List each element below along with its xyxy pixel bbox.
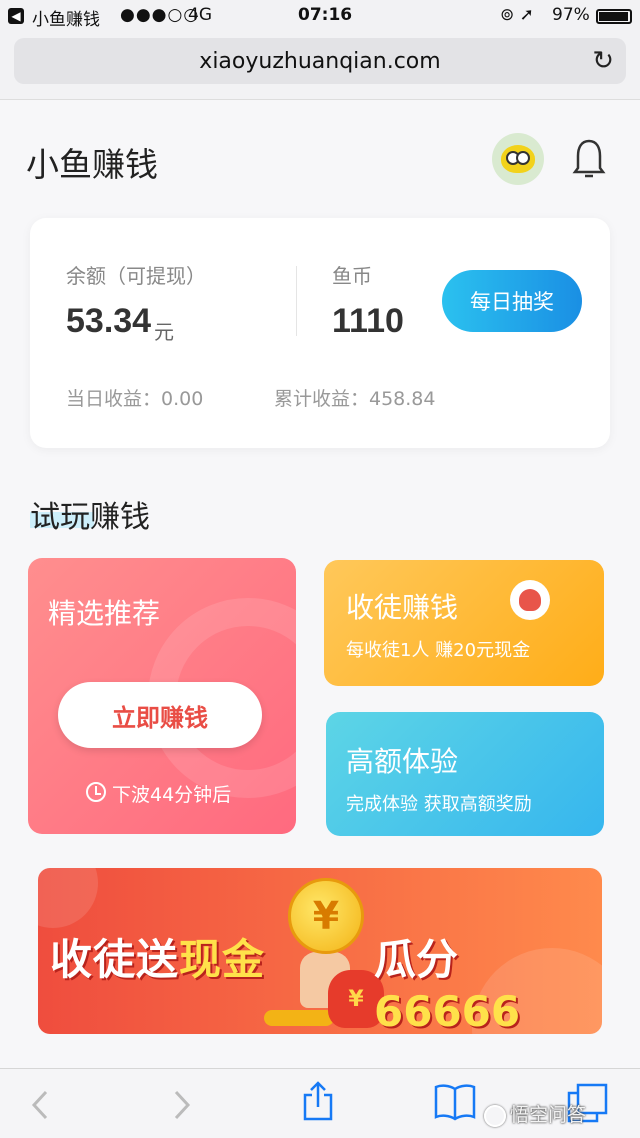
status-time: 07:16 (298, 5, 353, 25)
back-to-app-label[interactable]: 小鱼赚钱 (32, 5, 100, 30)
featured-tile[interactable]: 精选推荐 立即赚钱 下波44分钟后 (28, 558, 296, 834)
banner-right-gold: 66666 (374, 987, 521, 1034)
avatar[interactable] (492, 133, 544, 185)
coin-value: 1110 (332, 302, 404, 340)
chevron-right-icon[interactable] (170, 1089, 194, 1121)
battery-icon (596, 9, 632, 24)
reload-icon[interactable]: ↻ (592, 46, 614, 76)
watermark: 悟空问答 (484, 1100, 586, 1127)
card-divider (296, 266, 297, 336)
experience-subtitle: 完成体验 获取高额奖励 (346, 794, 532, 815)
chevron-left-icon[interactable] (28, 1089, 52, 1121)
earn-now-button[interactable]: 立即赚钱 (58, 682, 262, 748)
page-title: 小鱼赚钱 (26, 145, 158, 184)
book-icon[interactable] (434, 1083, 476, 1121)
watermark-logo-icon (484, 1104, 506, 1127)
address-bar[interactable]: xiaoyuzhuanqian.com ↻ (14, 38, 626, 84)
experience-tile[interactable]: 高额体验 完成体验 获取高额奖励 (326, 712, 604, 836)
coin-label: 鱼币 (332, 264, 372, 288)
balance-unit: 元 (154, 320, 174, 344)
url-text[interactable]: xiaoyuzhuanqian.com (14, 49, 626, 74)
banner-left-text: 收徒送现金 (50, 926, 265, 987)
invite-subtitle: 每收徒1人 赚20元现金 (346, 640, 531, 661)
back-to-app-icon[interactable]: ◀ (8, 8, 24, 24)
network-type: 4G (188, 5, 212, 25)
banner-left-gold: 现金 (179, 935, 266, 984)
clock-icon (86, 782, 106, 802)
fish-mascot-icon (510, 580, 550, 620)
invite-tile[interactable]: 收徒赚钱 每收徒1人 赚20元现金 (324, 560, 604, 686)
invite-title: 收徒赚钱 (346, 591, 459, 624)
watermark-text: 悟空问答 (510, 1104, 587, 1126)
section-title: 试玩赚钱 (30, 492, 150, 536)
invite-cash-banner[interactable]: 收徒送现金 ¥ ¥ 瓜分66666 (38, 868, 602, 1034)
location-icon: ⊚ ➚ (500, 5, 534, 25)
coin-stack-icon (264, 1010, 334, 1026)
status-bar: ◀ 小鱼赚钱 ●●●○○ 4G 07:16 ⊚ ➚ 97% (0, 0, 640, 34)
battery-percent: 97% (552, 5, 590, 25)
gold-coin-icon: ¥ (288, 878, 364, 954)
bell-icon[interactable] (572, 138, 606, 178)
balance-label: 余额（可提现） (66, 264, 206, 288)
browser-address-area: xiaoyuzhuanqian.com ↻ (0, 34, 640, 100)
banner-right-text: 瓜分66666 (374, 926, 602, 1034)
balance-card: 余额（可提现） 53.34 元 鱼币 1110 每日抽奖 当日收益：0.00 累… (30, 218, 610, 448)
experience-title: 高额体验 (346, 745, 459, 778)
featured-title: 精选推荐 (48, 597, 161, 630)
banner-left-plain: 收徒送 (50, 935, 180, 984)
banner-decoration (38, 868, 98, 928)
total-earnings: 累计收益：458.84 (274, 388, 436, 410)
banner-right-plain: 瓜分 (374, 935, 459, 984)
share-icon[interactable] (302, 1081, 334, 1121)
balance-value: 53.34 (66, 302, 152, 340)
daily-lottery-button[interactable]: 每日抽奖 (442, 270, 582, 332)
next-wave-text: 下波44分钟后 (112, 784, 232, 806)
fish-avatar-icon (501, 145, 535, 173)
section-title-text: 试玩赚钱 (30, 500, 150, 535)
daily-earnings: 当日收益：0.00 (66, 388, 204, 410)
